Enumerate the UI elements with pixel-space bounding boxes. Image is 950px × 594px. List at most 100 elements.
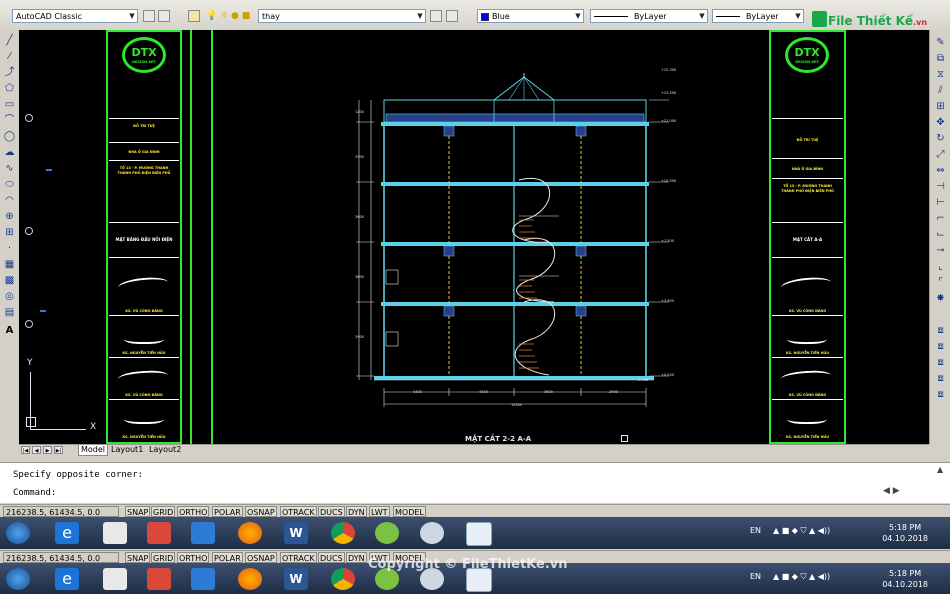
model-toggle[interactable]: MODEL [393,506,426,517]
firefox-icon[interactable] [238,522,262,544]
linetype-dropdown[interactable]: ByLayer ▼ [590,9,708,23]
paint-icon[interactable] [420,522,444,544]
rectangle-icon[interactable]: ▭ [3,98,16,111]
extend-icon[interactable]: ⊢ [934,196,947,209]
system-clock[interactable]: 5:18 PM 04.10.2018 [882,568,928,590]
lineweight-dropdown[interactable]: ByLayer ▼ [712,9,804,23]
polyline-icon[interactable]: ⤴ [3,66,16,79]
start-button-icon[interactable] [6,522,30,544]
bring-front-icon[interactable]: ⧈ [934,340,947,353]
tray-icons[interactable]: ▲ ■ ◆ ⛉ ▲ ◀)) [773,526,830,536]
word-icon[interactable]: W [284,522,308,544]
layer-previous-icon[interactable] [446,10,458,22]
point-icon[interactable]: · [3,242,16,255]
stretch-icon[interactable]: ⇔ [934,164,947,177]
grid-toggle[interactable]: GRID [151,552,176,563]
file-explorer-icon[interactable] [191,568,215,590]
osnap-toggle[interactable]: OSNAP [245,552,277,563]
multiline-text-icon[interactable]: A [3,324,16,337]
next-tab-icon[interactable]: ▶ [43,446,52,454]
prev-tab-icon[interactable]: ◀ [32,446,41,454]
spline-icon[interactable]: ∿ [3,162,16,175]
draworder-icon[interactable]: ⧈ [934,324,947,337]
media-player-icon[interactable] [147,568,171,590]
ducs-toggle[interactable]: DUCS [318,552,345,563]
color-dropdown[interactable]: Blue ▼ [477,9,584,23]
arc-icon[interactable]: ⌒ [3,114,16,127]
language-indicator[interactable]: EN [750,572,761,581]
line-icon[interactable]: ╱ [3,34,16,47]
region-icon[interactable]: ◎ [3,290,16,303]
ducs-toggle[interactable]: DUCS [318,506,345,517]
array-icon[interactable]: ⊞ [934,100,947,113]
snap-toggle[interactable]: SNAP [125,506,151,517]
ellipse-icon[interactable]: ⬭ [3,178,16,191]
table-icon[interactable]: ▤ [3,306,16,319]
explode-icon[interactable]: ✸ [934,292,947,305]
word-icon[interactable]: W [284,568,308,590]
title-block-right[interactable]: DTX DESIGN ART ĐỖ TRÍ TUỆ NHÀ Ở GIA ĐÌNH… [769,30,846,444]
system-clock[interactable]: 5:18 PM 04.10.2018 [882,522,928,544]
scale-icon[interactable]: ⤢ [934,148,947,161]
file-explorer-icon[interactable] [191,522,215,544]
layer-dropdown[interactable]: thay ▼ [258,9,426,23]
internet-explorer-icon[interactable]: e [55,522,79,544]
above-objects-icon[interactable]: ⧈ [934,372,947,385]
tab-layout1[interactable]: Layout1 [109,445,145,455]
scroll-up-icon[interactable]: ▲ [937,465,947,475]
polygon-icon[interactable]: ⬠ [3,82,16,95]
ortho-toggle[interactable]: ORTHO [177,506,210,517]
ellipse-arc-icon[interactable]: ◠ [3,194,16,207]
workspace-settings-icon[interactable] [143,10,155,22]
join-icon[interactable]: ⊸ [934,244,947,257]
unikey-icon[interactable] [103,568,127,590]
scroll-arrows-icon[interactable]: ◀ ▶ [883,486,911,498]
break-at-point-icon[interactable]: ⌐ [934,212,947,225]
utorrent-icon[interactable] [375,522,399,544]
unikey-icon[interactable] [103,522,127,544]
rotate-icon[interactable]: ↻ [934,132,947,145]
workspace-dropdown[interactable]: AutoCAD Classic ▼ [12,9,138,23]
offset-icon[interactable]: ⫽ [934,84,947,97]
grid-toggle[interactable]: GRID [151,506,176,517]
chrome-icon[interactable] [331,522,355,544]
drawing-canvas[interactable]: Y X DTX DESIGN ART ĐỖ TRÍ TUỆ NHÀ Ở GIA … [19,30,929,444]
circle-icon[interactable]: ◯ [3,130,16,143]
insert-block-icon[interactable]: ⊕ [3,210,16,223]
trim-icon[interactable]: ⊣ [934,180,947,193]
construction-line-icon[interactable]: ⁄ [3,50,16,63]
internet-explorer-icon[interactable]: e [55,568,79,590]
last-tab-icon[interactable]: ▶| [54,446,63,454]
send-back-icon[interactable]: ⧈ [934,356,947,369]
autocad-icon[interactable] [466,522,492,546]
below-objects-icon[interactable]: ⧈ [934,388,947,401]
erase-icon[interactable]: ✎ [934,36,947,49]
chamfer-icon[interactable]: ⌞ [934,260,947,273]
layer-properties-icon[interactable] [188,10,200,22]
otrack-toggle[interactable]: OTRACK [280,552,317,563]
make-current-layer-icon[interactable] [430,10,442,22]
polar-toggle[interactable]: POLAR [212,506,243,517]
tab-model[interactable]: Model [78,445,109,456]
copy-icon[interactable]: ⧉ [934,52,947,65]
firefox-icon[interactable] [238,568,262,590]
snap-toggle[interactable]: SNAP [125,552,151,563]
hatch-icon[interactable]: ▦ [3,258,16,271]
command-prompt[interactable]: Command: [13,488,56,498]
language-indicator[interactable]: EN [750,526,761,535]
lwt-toggle[interactable]: LWT [369,506,390,517]
dyn-toggle[interactable]: DYN [346,552,367,563]
make-block-icon[interactable]: ⊞ [3,226,16,239]
mirror-icon[interactable]: ⧖ [934,68,947,81]
ortho-toggle[interactable]: ORTHO [177,552,210,563]
polar-toggle[interactable]: POLAR [212,552,243,563]
gradient-icon[interactable]: ▩ [3,274,16,287]
customize-icon[interactable] [158,10,170,22]
layer-state-icons[interactable]: 💡 ☼ ● ■ [206,10,256,22]
first-tab-icon[interactable]: |◀ [21,446,30,454]
dyn-toggle[interactable]: DYN [346,506,367,517]
command-window[interactable]: Specify opposite corner: Command: ◀ ▶ ▲ [0,462,950,503]
start-button-icon[interactable] [6,568,30,590]
fillet-icon[interactable]: ⌜ [934,276,947,289]
tray-icons[interactable]: ▲ ■ ◆ ⛉ ▲ ◀)) [773,572,830,582]
